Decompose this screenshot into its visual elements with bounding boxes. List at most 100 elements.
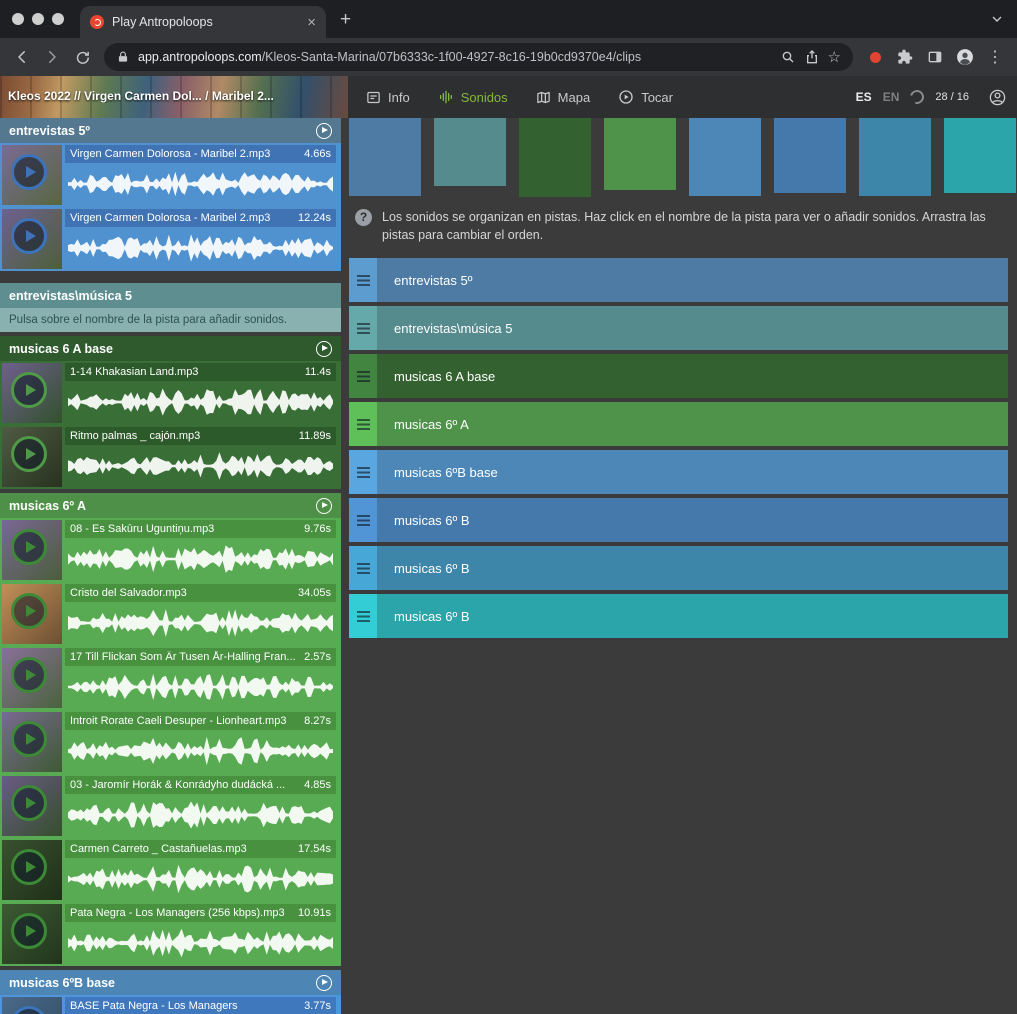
clip-play-overlay-icon[interactable] [11,785,47,821]
clip-waveform[interactable] [68,233,333,263]
track-name[interactable]: musicas 6º B [377,546,470,590]
clip-play-overlay-icon[interactable] [11,657,47,693]
clip-thumbnail[interactable] [2,904,62,964]
clip-waveform[interactable] [68,672,333,702]
section-play-button[interactable] [316,123,332,139]
clip-thumbnail[interactable] [2,584,62,644]
clip-play-overlay-icon[interactable] [11,721,47,757]
clip-thumbnail[interactable] [2,145,62,205]
section-header[interactable]: entrevistas 5º [0,118,341,143]
track-drag-handle[interactable] [349,306,377,350]
clip-thumbnail[interactable] [2,520,62,580]
clip-thumbnail[interactable] [2,840,62,900]
clip-play-overlay-icon[interactable] [11,218,47,254]
clip-waveform[interactable] [68,387,333,417]
extensions-puzzle-icon[interactable] [891,43,919,71]
track-row[interactable]: musicas 6º A [349,402,1008,446]
back-button[interactable] [8,43,36,71]
track-name[interactable]: entrevistas\música 5 [377,306,513,350]
track-name[interactable]: musicas 6 A base [377,354,495,398]
track-drag-handle[interactable] [349,402,377,446]
address-bar[interactable]: app.antropoloops.com/Kleos-Santa-Marina/… [104,43,853,71]
section-title[interactable]: musicas 6º A [9,499,86,513]
track-color-tile[interactable] [774,118,846,193]
section-header[interactable]: entrevistas\música 5 [0,283,341,308]
breadcrumb[interactable]: Kleos 2022 // Virgen Carmen Dol... / Mar… [8,89,342,103]
track-name[interactable]: musicas 6º A [377,402,469,446]
clip-item[interactable]: Pata Negra - Los Managers (256 kbps).mp3… [0,902,341,966]
clip-play-overlay-icon[interactable] [11,372,47,408]
section-header[interactable]: musicas 6ºB base [0,970,341,995]
bookmark-star-icon[interactable]: ☆ [828,48,841,66]
track-drag-handle[interactable] [349,594,377,638]
track-color-tile[interactable] [519,118,591,197]
clip-waveform[interactable] [68,169,333,199]
browser-menu-icon[interactable]: ⋮ [981,43,1009,71]
tab-info[interactable]: Info [366,90,410,105]
clip-waveform[interactable] [68,608,333,638]
section-play-button[interactable] [316,341,332,357]
zoom-icon[interactable] [780,49,796,65]
lang-es-button[interactable]: ES [856,90,872,104]
clip-waveform[interactable] [68,544,333,574]
clip-item[interactable]: Introit Rorate Caeli Desuper - Lionheart… [0,710,341,774]
reload-button[interactable] [68,43,96,71]
clip-thumbnail[interactable] [2,363,62,423]
track-color-tile[interactable] [604,118,676,190]
clip-play-overlay-icon[interactable] [11,154,47,190]
section-header[interactable]: musicas 6 A base [0,336,341,361]
track-drag-handle[interactable] [349,450,377,494]
forward-button[interactable] [38,43,66,71]
clip-item[interactable]: 08 - Es Sakūru Uguntiņu.mp39.76s [0,518,341,582]
clip-thumbnail[interactable] [2,209,62,269]
lock-icon[interactable] [116,50,130,64]
clip-item[interactable]: BASE Pata Negra - Los Managers3.77s [0,995,341,1014]
clip-play-overlay-icon[interactable] [11,849,47,885]
tab-search-chevron-icon[interactable] [989,11,1005,27]
section-title[interactable]: musicas 6ºB base [9,976,115,990]
clip-play-overlay-icon[interactable] [11,913,47,949]
close-window-button[interactable] [12,13,24,25]
section-header[interactable]: musicas 6º A [0,493,341,518]
clip-item[interactable]: Carmen Carreto _ Castañuelas.mp317.54s [0,838,341,902]
account-icon[interactable] [988,88,1007,107]
zoom-window-button[interactable] [52,13,64,25]
clip-waveform[interactable] [68,736,333,766]
track-row[interactable]: musicas 6ºB base [349,450,1008,494]
clip-thumbnail[interactable] [2,776,62,836]
track-row[interactable]: musicas 6º B [349,594,1008,638]
track-color-tile[interactable] [944,118,1016,193]
url-text[interactable]: app.antropoloops.com/Kleos-Santa-Marina/… [138,50,772,64]
track-row[interactable]: musicas 6 A base [349,354,1008,398]
section-title[interactable]: musicas 6 A base [9,342,113,356]
share-icon[interactable] [804,49,820,65]
recording-extension-icon[interactable] [861,43,889,71]
track-color-tile[interactable] [349,118,421,196]
clip-play-overlay-icon[interactable] [11,1006,47,1014]
clip-item[interactable]: Cristo del Salvador.mp334.05s [0,582,341,646]
minimize-window-button[interactable] [32,13,44,25]
clip-waveform[interactable] [68,451,333,481]
track-name[interactable]: musicas 6ºB base [377,450,498,494]
track-color-tile[interactable] [689,118,761,196]
section-title[interactable]: entrevistas 5º [9,124,90,138]
tab-close-icon[interactable]: × [307,15,316,30]
clip-thumbnail[interactable] [2,997,62,1014]
section-play-button[interactable] [316,498,332,514]
lang-en-button[interactable]: EN [883,90,900,104]
track-row[interactable]: musicas 6º B [349,498,1008,542]
new-tab-button[interactable]: + [340,10,351,29]
clip-item[interactable]: 17 Till Flickan Som Är Tusen År-Halling … [0,646,341,710]
clip-item[interactable]: Virgen Carmen Dolorosa - Maribel 2.mp312… [0,207,341,271]
track-drag-handle[interactable] [349,354,377,398]
clip-thumbnail[interactable] [2,648,62,708]
clip-play-overlay-icon[interactable] [11,436,47,472]
track-name[interactable]: entrevistas 5º [377,258,472,302]
side-panel-icon[interactable] [921,43,949,71]
track-drag-handle[interactable] [349,498,377,542]
breadcrumb-strip[interactable]: Kleos 2022 // Virgen Carmen Dol... / Mar… [0,76,348,118]
track-drag-handle[interactable] [349,546,377,590]
browser-tab[interactable]: Play Antropoloops × [80,6,326,38]
clip-play-overlay-icon[interactable] [11,529,47,565]
clip-item[interactable]: Ritmo palmas _ cajón.mp311.89s [0,425,341,489]
